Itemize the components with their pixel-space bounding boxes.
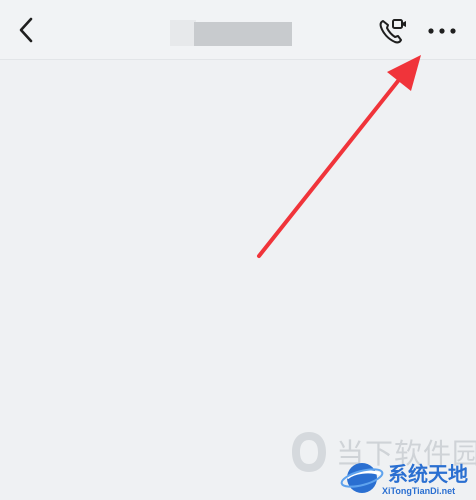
more-dots-icon [428,28,456,34]
watermark-secondary-text: 系统天地 [388,464,468,486]
watermark-logo-icon [292,432,326,472]
call-button[interactable] [373,12,411,50]
watermark-xitongtiandi: 系统天地 XiTongTianDi.net [334,456,476,500]
red-arrow-annotation [257,55,421,258]
phone-video-call-icon [379,19,406,44]
top-bar [0,0,476,60]
chevron-left-icon [19,17,33,43]
blurred-title [170,18,292,48]
more-options-button[interactable] [420,14,464,48]
back-button[interactable] [10,12,42,48]
watermark-url: XiTongTianDi.net [382,486,456,496]
watermark-globe-icon [340,463,384,493]
